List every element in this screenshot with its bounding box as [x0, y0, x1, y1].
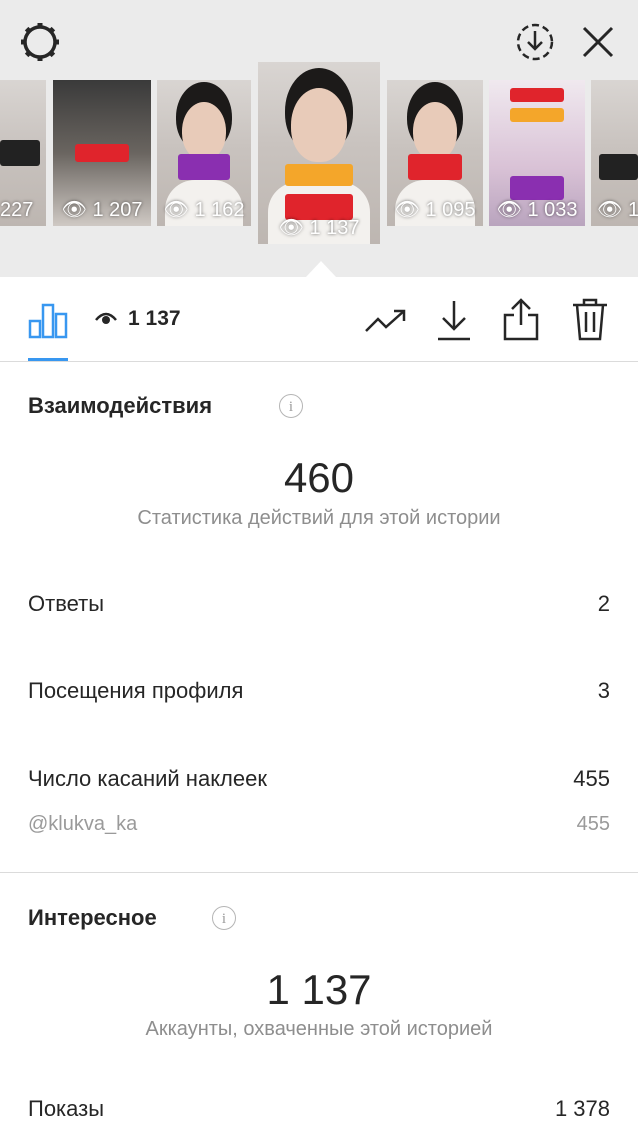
- row-label-replies: Ответы: [28, 591, 105, 616]
- sticker-mention-value: 455: [576, 813, 610, 835]
- section-title-interactions: Взаимодействия: [28, 393, 213, 418]
- story-views: 👁 1 137: [278, 217, 360, 239]
- views-count: 1 137: [94, 307, 181, 331]
- row-value-profile-visits: 3: [597, 678, 610, 703]
- story-thumbnail[interactable]: 👁 1: [591, 80, 638, 226]
- views-count-value: 1 137: [128, 307, 181, 330]
- story-thumbnail[interactable]: 👁 1 162: [157, 80, 251, 226]
- story-face: [291, 88, 347, 162]
- story-face: [182, 102, 226, 160]
- download-icon[interactable]: [436, 299, 472, 341]
- story-sticker: [284, 164, 354, 186]
- story-sticker: [0, 140, 40, 166]
- selected-story-caret: [306, 261, 336, 277]
- story-sticker: [599, 154, 638, 180]
- story-toolbar: 1 137: [0, 277, 638, 362]
- story-sticker: [510, 88, 564, 102]
- story-views: 👁 1: [597, 199, 638, 221]
- story-thumbnail-selected[interactable]: 👁 1 137: [258, 62, 380, 244]
- row-label-sticker-taps: Число касаний наклеек: [28, 766, 267, 791]
- story-thumbnail[interactable]: 227: [0, 80, 46, 226]
- story-face: [413, 102, 457, 160]
- interactions-total: 460: [283, 454, 355, 501]
- story-views: 👁 1 095: [394, 199, 476, 221]
- section-divider: [0, 872, 638, 873]
- story-views: 👁 1 162: [163, 199, 245, 221]
- story-thumbnail[interactable]: 👁 1 095: [387, 80, 483, 226]
- download-circle-icon[interactable]: [513, 20, 557, 64]
- trash-icon[interactable]: [571, 297, 609, 341]
- interactions-caption: Статистика действий для этой истории: [137, 507, 501, 529]
- story-thumbnail[interactable]: 👁 1 033: [489, 80, 585, 226]
- story-views: 227: [0, 199, 34, 221]
- share-icon[interactable]: [502, 297, 540, 341]
- active-tab-indicator: [28, 358, 68, 361]
- story-thumbnail[interactable]: 👁 1 207: [53, 80, 151, 226]
- row-value-impressions: 1 378: [554, 1096, 610, 1121]
- story-thumbnail-strip[interactable]: 227 👁 1 207 👁 1 162 👁 1 137 👁 1 095 👁 1 …: [0, 62, 638, 248]
- trend-icon[interactable]: [364, 307, 408, 335]
- close-icon[interactable]: [576, 20, 620, 64]
- story-sticker: [177, 154, 231, 180]
- row-label-profile-visits: Посещения профиля: [28, 678, 244, 703]
- story-views: 👁 1 207: [61, 199, 143, 221]
- bar-chart-icon[interactable]: [28, 301, 68, 339]
- discovery-total: 1 137: [266, 966, 372, 1013]
- info-icon[interactable]: i: [279, 394, 303, 418]
- row-value-sticker-taps: 455: [573, 766, 610, 791]
- discovery-caption: Аккаунты, охваченные этой историей: [145, 1018, 493, 1040]
- story-views: 👁 1 033: [496, 199, 578, 221]
- gear-icon[interactable]: [18, 20, 62, 64]
- row-value-replies: 2: [597, 591, 610, 616]
- story-header: 227 👁 1 207 👁 1 162 👁 1 137 👁 1 095 👁 1 …: [0, 0, 638, 277]
- info-icon[interactable]: i: [212, 906, 236, 930]
- sticker-mention-label[interactable]: @klukva_ka: [28, 813, 137, 836]
- story-sticker: [74, 144, 130, 162]
- section-title-discovery: Интересное: [28, 905, 157, 930]
- row-label-impressions: Показы: [28, 1096, 105, 1121]
- eye-icon: [94, 308, 118, 324]
- story-sticker: [408, 154, 462, 180]
- story-sticker: [510, 108, 564, 122]
